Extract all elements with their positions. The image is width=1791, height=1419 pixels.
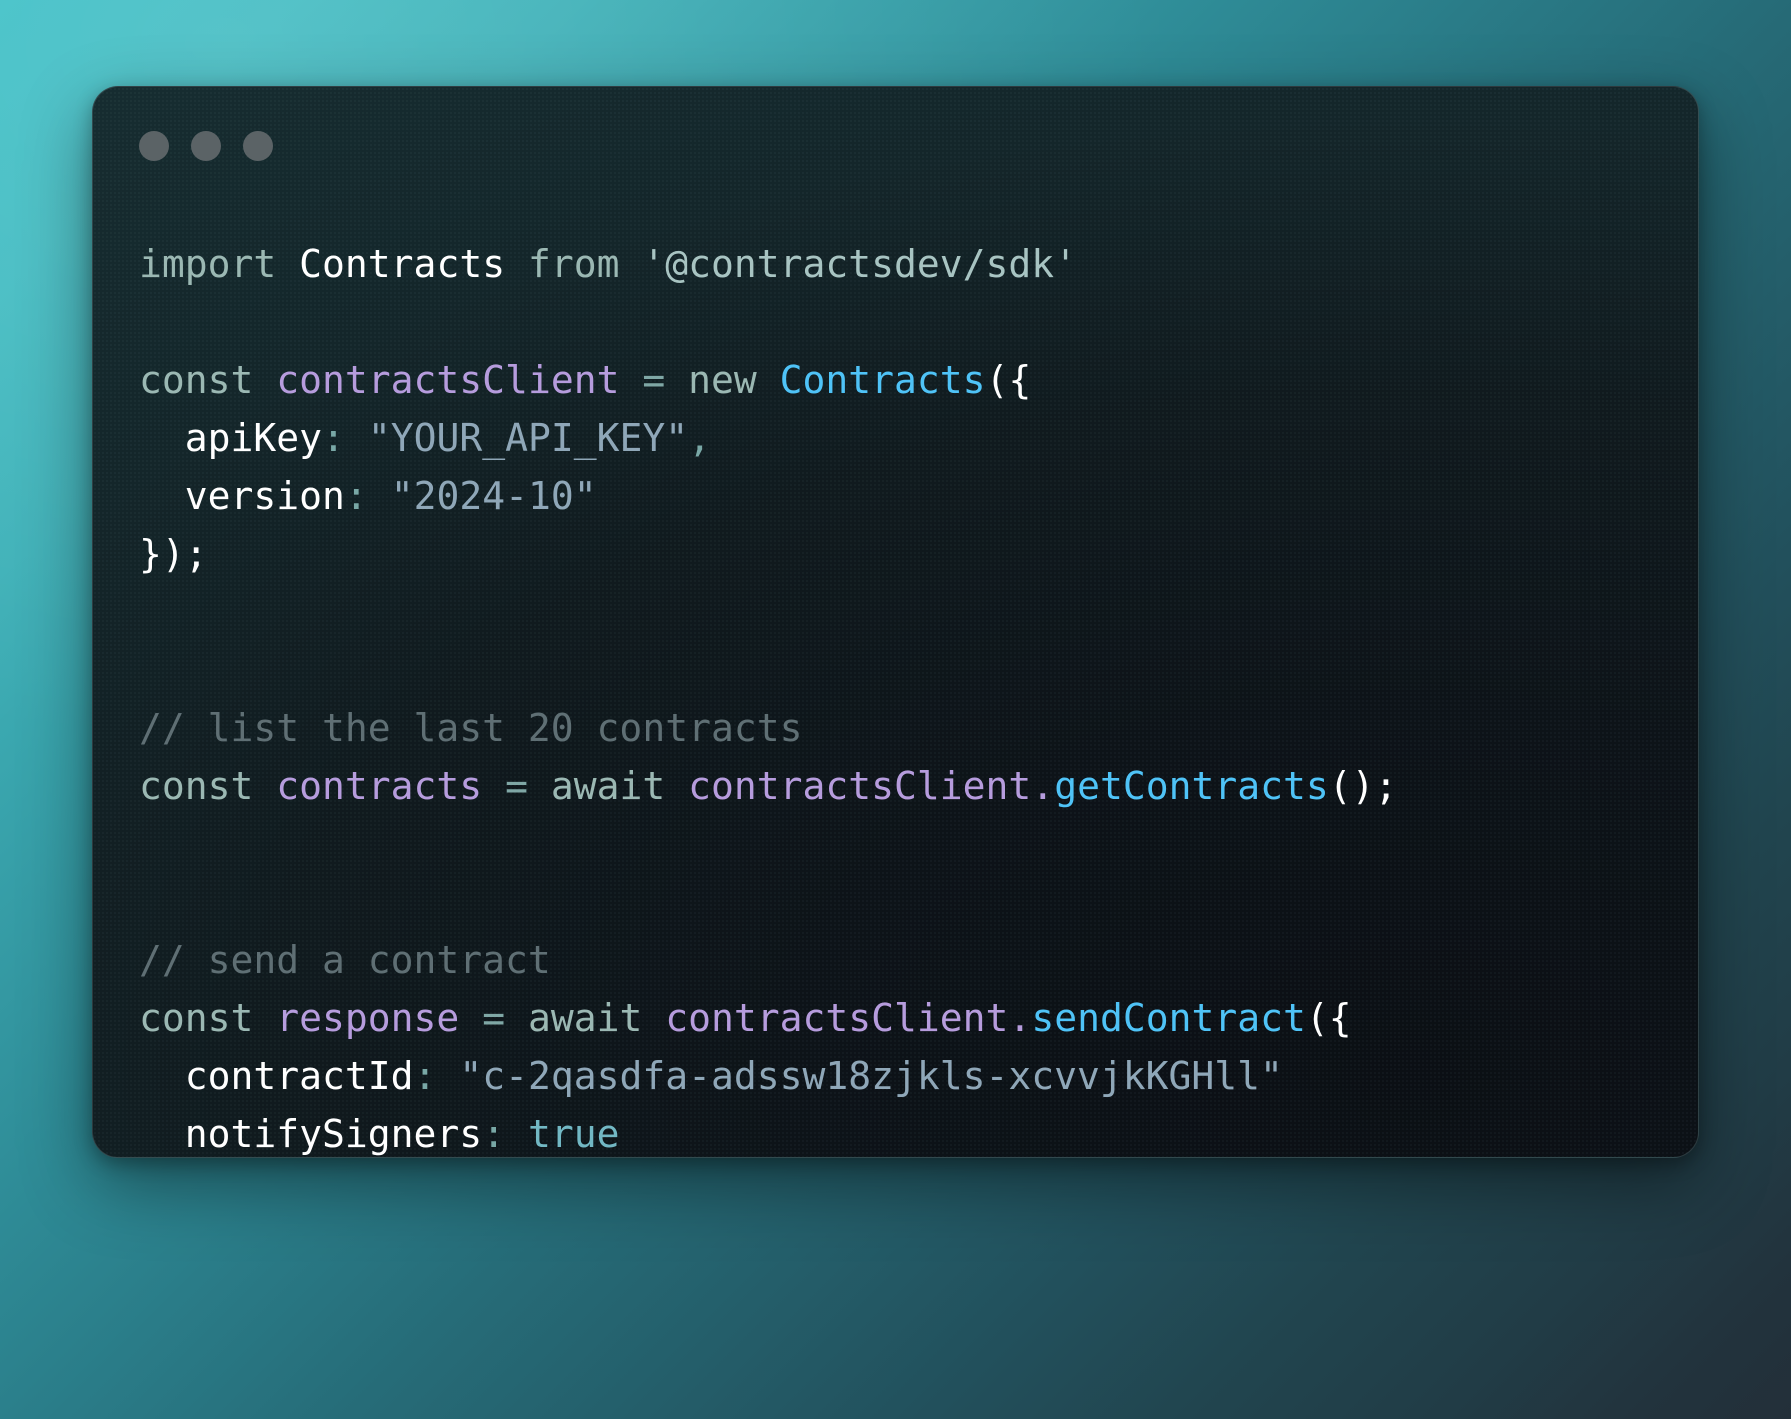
token-bool: true — [527, 1112, 620, 1156]
line-comment-list: // list the last 20 contracts — [139, 699, 1670, 757]
window-titlebar — [139, 131, 273, 161]
token-comment: // send a contract — [139, 938, 551, 982]
line-apikey: apiKey: "YOUR_API_KEY", — [139, 409, 1670, 467]
token-variable: contractsClient — [688, 764, 1032, 808]
line-blank-1 — [139, 293, 1670, 351]
code-window: import Contracts from '@contractsdev/sdk… — [92, 86, 1699, 1158]
token-punct: ({ — [985, 358, 1032, 402]
token-punct: ({ — [1305, 996, 1352, 1040]
token-import-str: '@contractsdev/sdk' — [642, 242, 1078, 286]
token-keyword: const — [139, 764, 254, 808]
line-send-contract: const response = await contractsClient.s… — [139, 989, 1670, 1047]
minimize-dot[interactable] — [191, 131, 221, 161]
token-keyword: new — [688, 358, 757, 402]
token-variable: contracts — [276, 764, 483, 808]
token-punct: }); — [139, 532, 208, 576]
line-blank-5 — [139, 873, 1670, 931]
line-blank-4 — [139, 815, 1670, 873]
token-keyword: const — [139, 358, 254, 402]
token-keyword: from — [527, 242, 620, 286]
line-comment-send: // send a contract — [139, 931, 1670, 989]
token-property: notifySigners — [184, 1112, 483, 1156]
token-punct: (); — [1328, 764, 1398, 808]
line-version: version: "2024-10" — [139, 467, 1670, 525]
token-comment: // list the last 20 contracts — [139, 706, 803, 750]
token-keyword: await — [527, 996, 643, 1040]
line-blank-2 — [139, 583, 1670, 641]
maximize-dot[interactable] — [243, 131, 273, 161]
close-dot[interactable] — [139, 131, 169, 161]
line-blank-3 — [139, 641, 1670, 699]
token-string: "2024-10" — [390, 474, 597, 518]
token-variable: response — [276, 996, 460, 1040]
token-keyword: import — [139, 242, 277, 286]
token-variable: contractsClient — [665, 996, 1009, 1040]
token-string: "YOUR_API_KEY" — [367, 416, 689, 460]
token-colon: , — [688, 416, 712, 460]
token-colon: : — [413, 1054, 437, 1098]
token-operator: = — [505, 764, 528, 808]
line-import: import Contracts from '@contractsdev/sdk… — [139, 235, 1670, 293]
token-keyword: await — [550, 764, 666, 808]
line-get-contracts: const contracts = await contractsClient.… — [139, 757, 1670, 815]
line-contract-id: contractId: "c-2qasdfa-adssw18zjkls-xcvv… — [139, 1047, 1670, 1105]
token-property: version — [184, 474, 345, 518]
background-gradient: import Contracts from '@contractsdev/sdk… — [0, 0, 1791, 1419]
token-operator: = — [642, 358, 666, 402]
token-property: apiKey — [184, 416, 323, 460]
token-dot: . — [1008, 996, 1032, 1040]
token-type: Contracts — [779, 358, 986, 402]
token-string: "c-2qasdfa-adssw18zjkls-xcvvjkKGHll" — [459, 1054, 1283, 1098]
token-property: contractId — [184, 1054, 414, 1098]
token-operator: = — [482, 996, 506, 1040]
token-dot: . — [1031, 764, 1055, 808]
line-notify-signers: notifySigners: true — [139, 1105, 1670, 1157]
token-colon: : — [344, 474, 368, 518]
token-class: Contracts — [299, 242, 506, 286]
token-colon: : — [482, 1112, 506, 1156]
token-method: sendContract — [1031, 996, 1306, 1040]
token-method: getContracts — [1054, 764, 1329, 808]
line-close-client: }); — [139, 525, 1670, 583]
token-colon: : — [322, 416, 345, 460]
line-const-client: const contractsClient = new Contracts({ — [139, 351, 1670, 409]
code-block: import Contracts from '@contractsdev/sdk… — [139, 235, 1670, 1157]
token-keyword: const — [139, 996, 254, 1040]
token-variable: contractsClient — [276, 358, 620, 402]
